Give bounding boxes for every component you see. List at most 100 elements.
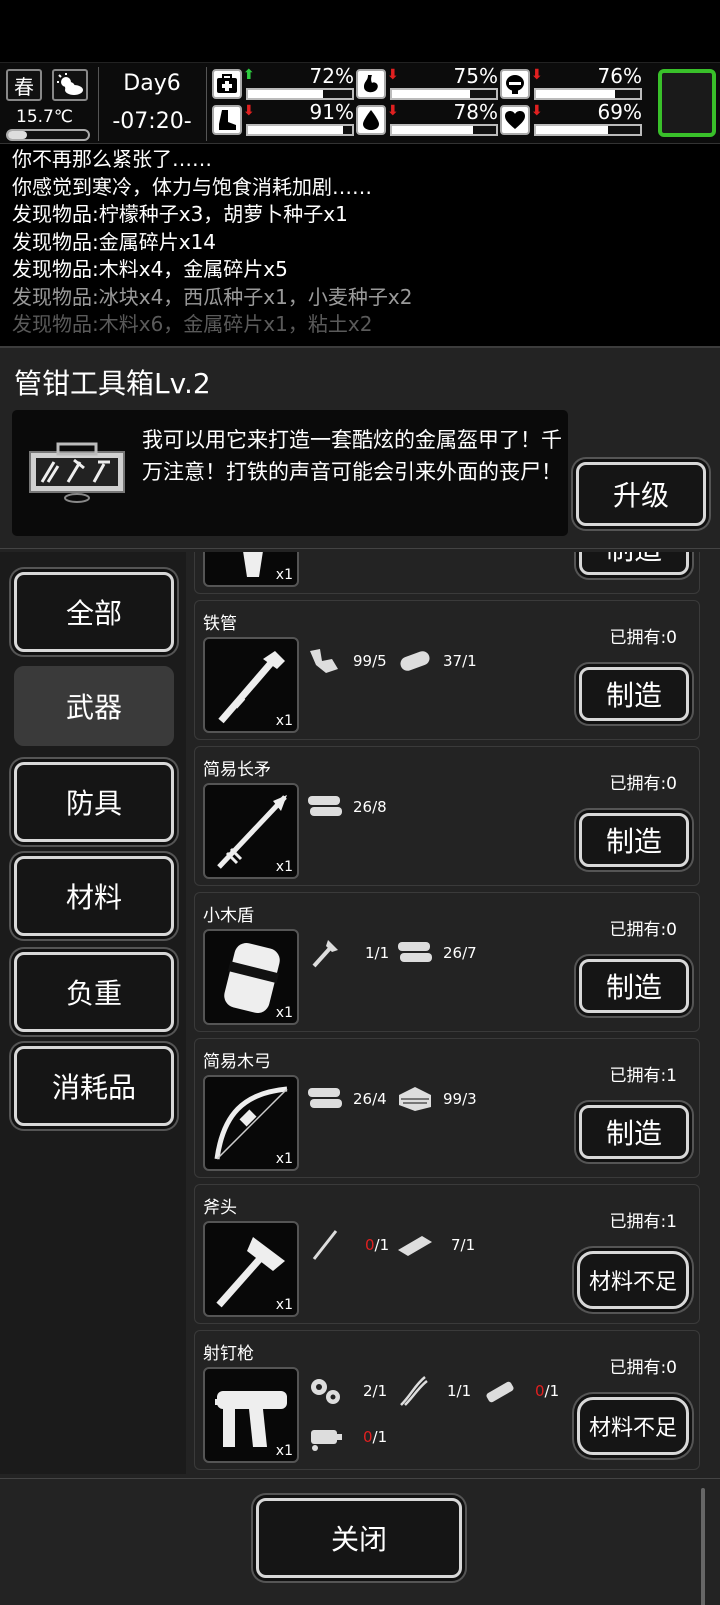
screw-icon (305, 937, 345, 969)
item-name: 小木盾 (203, 906, 254, 926)
craft-button[interactable]: 制造 (579, 667, 689, 721)
material-requirement: 26/7 (395, 937, 477, 969)
craft-button[interactable]: 制造 (579, 1105, 689, 1159)
equipment-slot[interactable] (658, 69, 716, 137)
material-requirement: 1/1 (305, 937, 389, 969)
health-stat[interactable]: ⬆ 72% (212, 64, 356, 101)
hunger-stat[interactable]: ⬇ 75% (356, 64, 500, 101)
brain-icon (500, 69, 530, 99)
craft-button[interactable]: 制造 (579, 813, 689, 867)
wood-log-icon (305, 1083, 345, 1115)
log-line: 你不再那么紧张了…… (12, 147, 212, 171)
heart-icon (500, 105, 530, 135)
tab-materials[interactable]: 材料 (14, 856, 174, 936)
upgrade-button[interactable]: 升级 (576, 462, 706, 526)
sanity-stat[interactable]: ⬇ 76% (500, 64, 644, 101)
cloth-icon (395, 1083, 435, 1115)
item-name: 简易长矛 (203, 760, 271, 780)
temperature-value: 15.7℃ (16, 107, 73, 127)
item-description: 我可以用它来打造一套酷炫的金属盔甲了！千万注意！打铁的声音可能会引来外面的丧尸！ (142, 428, 562, 484)
trend-down-icon: ⬇ (531, 67, 543, 83)
wires-icon (393, 1375, 433, 1407)
log-line: 发现物品:柠檬种子x3，胡萝卜种子x1 (12, 202, 348, 226)
recipe-list[interactable]: x1 制造 铁管 x1 已拥有:0 99/5 37/1 制造 简易长矛 (186, 552, 720, 1474)
stomach-icon (356, 69, 386, 99)
stamina-bar (246, 124, 354, 136)
recipe-item: 铁管 x1 已拥有:0 99/5 37/1 制造 (194, 600, 700, 740)
mood-stat[interactable]: ⬇ 69% (500, 100, 644, 137)
material-requirement: 0/1 (305, 1229, 389, 1261)
temperature-gauge (6, 129, 90, 141)
recipe-item: 斧头 x1 已拥有:1 0/1 7/1 材料不足 (194, 1184, 700, 1324)
whetstone-icon (395, 1229, 435, 1261)
toolbox-icon (28, 438, 126, 506)
event-log[interactable]: 你不再那么紧张了…… 你感觉到寒冷，体力与饱食消耗加剧…… 发现物品:柠檬种子x… (0, 146, 720, 338)
recipe-item: 射钉枪 x1 已拥有:0 2/1 1/1 0/1 0/1 材料不足 (194, 1330, 700, 1470)
nail-gun-icon: x1 (203, 1367, 299, 1463)
axe-icon: x1 (203, 1221, 299, 1317)
wood-log-icon (395, 645, 435, 677)
spear-icon: x1 (203, 783, 299, 879)
stamina-stat[interactable]: ⬇ 91% (212, 100, 356, 137)
material-requirement: 7/1 (395, 1229, 475, 1261)
battery-icon (481, 1375, 521, 1407)
recipe-item: 简易长矛 x1 已拥有:0 26/8 制造 (194, 746, 700, 886)
craft-button[interactable]: 制造 (579, 552, 689, 575)
stick-icon (305, 1229, 345, 1261)
log-line: 你感觉到寒冷，体力与饱食消耗加剧…… (12, 174, 372, 199)
thirst-stat[interactable]: ⬇ 78% (356, 100, 500, 137)
log-line: 发现物品:冰块x4，西瓜种子x1，小麦种子x2 (12, 284, 413, 309)
tab-all[interactable]: 全部 (14, 572, 174, 652)
weather-sunny-cloudy-icon[interactable] (52, 69, 88, 101)
trend-down-icon: ⬇ (243, 103, 255, 119)
foot-icon (212, 105, 242, 135)
season-badge[interactable]: 春 (6, 69, 42, 101)
item-image: x1 (203, 552, 299, 587)
owned-count: 已拥有:1 (609, 1212, 677, 1232)
wood-log-icon (395, 937, 435, 969)
recipe-item: x1 制造 (194, 552, 700, 594)
item-name: 斧头 (203, 1198, 237, 1218)
log-line: 发现物品:木料x4，金属碎片x5 (12, 257, 288, 281)
mood-bar (534, 124, 642, 136)
wood-log-icon (305, 791, 345, 823)
trend-up-icon: ⬆ (243, 67, 255, 83)
category-tabs: 全部 武器 防具 材料 负重 消耗品 (0, 552, 186, 1474)
owned-count: 已拥有:0 (609, 628, 677, 648)
log-line: 发现物品:木料x6，金属碎片x1，粘土x2 (12, 312, 373, 336)
owned-count: 已拥有:0 (609, 1358, 677, 1378)
bow-icon: x1 (203, 1075, 299, 1171)
material-requirement: 1/1 (393, 1375, 471, 1407)
material-requirement: 99/5 (305, 645, 387, 677)
material-requirement: 26/4 (305, 1083, 387, 1115)
insufficient-materials-button[interactable]: 材料不足 (577, 1397, 689, 1455)
clock-time: -07:20- (112, 109, 192, 134)
log-line: 发现物品:金属碎片x14 (12, 229, 217, 254)
tab-carry[interactable]: 负重 (14, 952, 174, 1032)
recipe-item: 小木盾 x1 已拥有:0 1/1 26/7 制造 (194, 892, 700, 1032)
hunger-bar (390, 88, 498, 100)
material-requirement: 26/8 (305, 791, 387, 823)
shield-icon: x1 (203, 929, 299, 1025)
insufficient-materials-button[interactable]: 材料不足 (577, 1251, 689, 1309)
health-bar (246, 88, 354, 100)
owned-count: 已拥有:1 (609, 1066, 677, 1086)
craft-button[interactable]: 制造 (579, 959, 689, 1013)
material-requirement: 37/1 (395, 645, 477, 677)
crafting-panel: 管钳工具箱Lv.2 我可以用它来打造一套酷炫的金属盔甲了！千万注意！打铁的声音可… (0, 346, 720, 1605)
item-name: 简易木弓 (203, 1052, 271, 1072)
day-counter: Day6 (123, 71, 181, 96)
item-name: 铁管 (203, 614, 237, 634)
tab-armor[interactable]: 防具 (14, 762, 174, 842)
scrollbar[interactable] (701, 1488, 705, 1605)
close-button[interactable]: 关闭 (256, 1498, 462, 1578)
iron-pipe-icon: x1 (203, 637, 299, 733)
material-requirement: 0/1 (481, 1375, 559, 1407)
trend-down-icon: ⬇ (531, 103, 543, 119)
tab-weapons[interactable]: 武器 (14, 666, 174, 746)
medkit-icon (212, 69, 242, 99)
tab-consumables[interactable]: 消耗品 (14, 1046, 174, 1126)
item-name: 射钉枪 (203, 1344, 254, 1364)
motor-icon (305, 1421, 345, 1453)
metal-scrap-icon (305, 645, 345, 677)
